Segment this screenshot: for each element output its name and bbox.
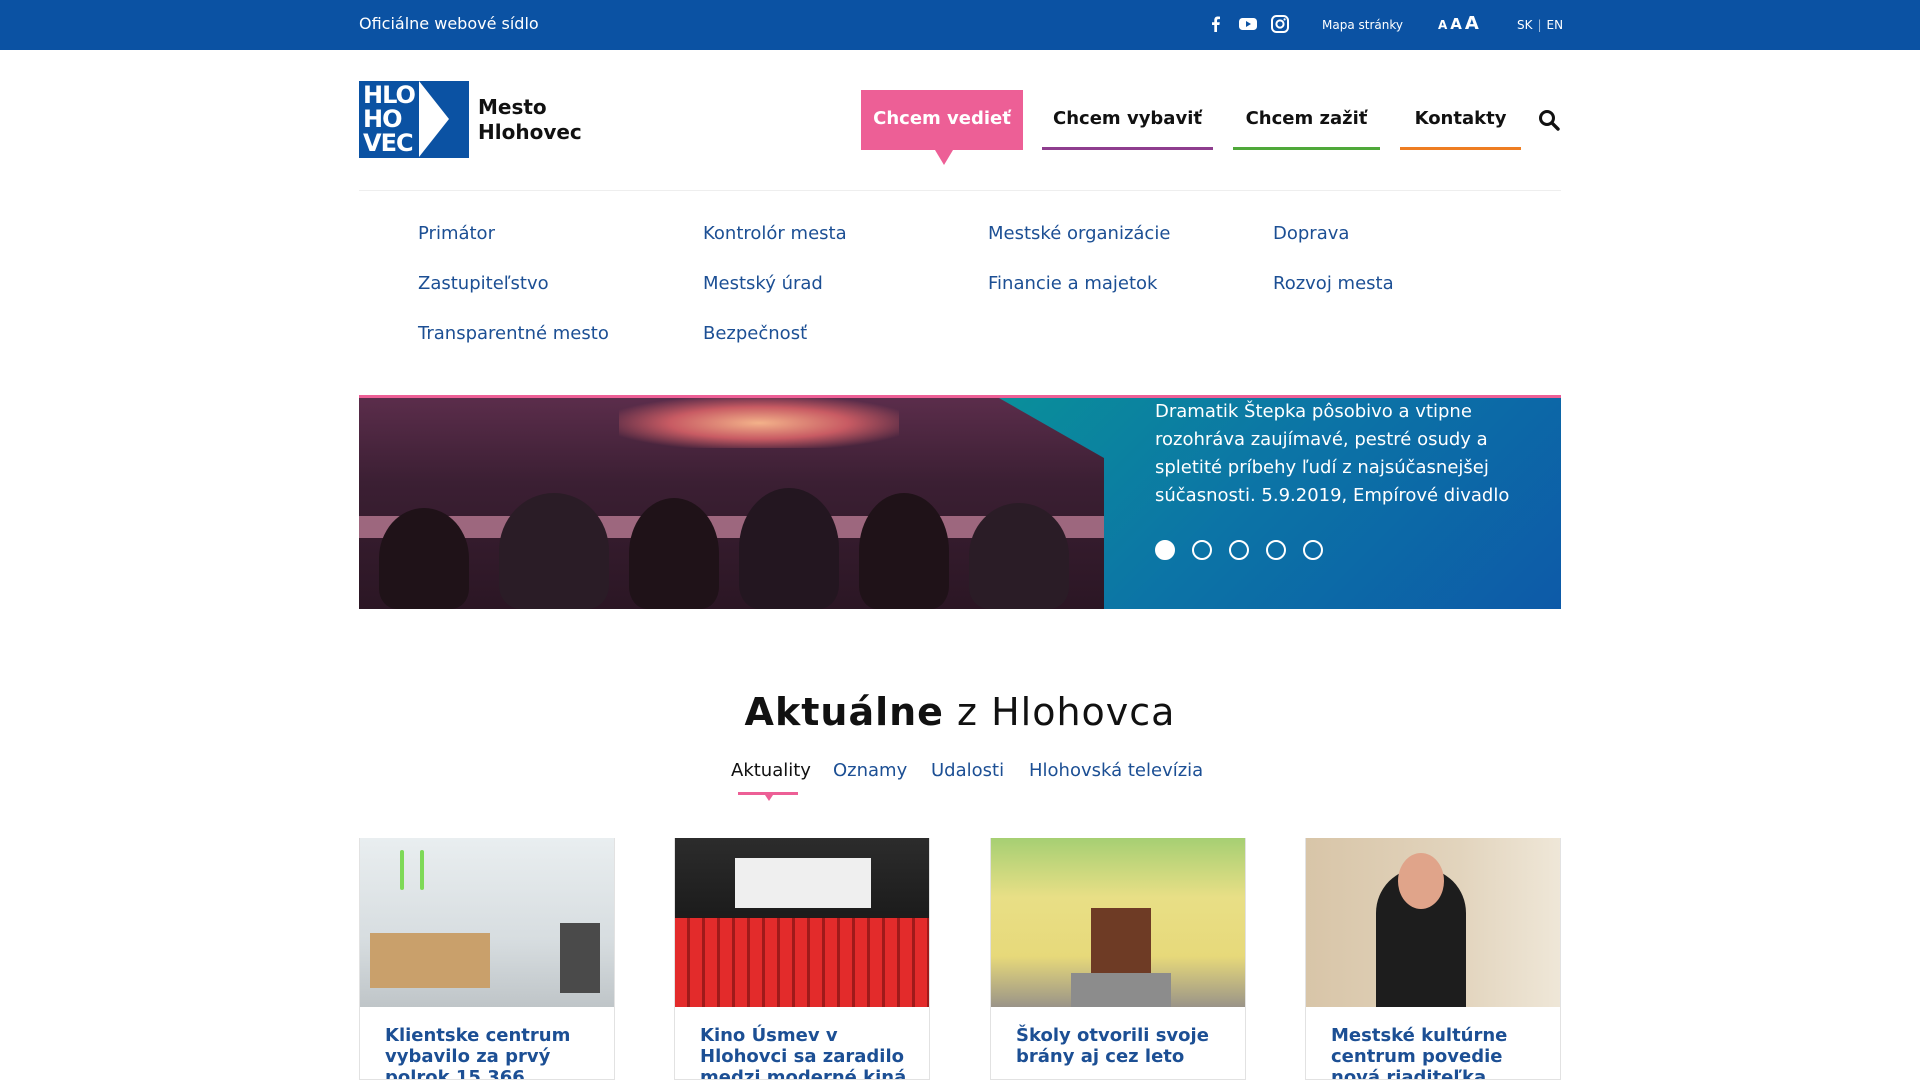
official-site-label: Oficiálne webové sídlo — [359, 14, 539, 33]
font-size-controls: A A A — [1438, 13, 1479, 34]
slide-photo-theatre — [359, 398, 1104, 609]
news-title-rest: z Hlohovca — [957, 690, 1176, 734]
menu-zastupitelstvo[interactable]: Zastupiteľstvo — [418, 273, 549, 294]
reception-desk — [370, 933, 490, 988]
instagram-icon[interactable] — [1270, 14, 1290, 34]
logo-text-line1: Mesto — [478, 95, 547, 119]
font-size-small[interactable]: A — [1438, 18, 1447, 32]
logo-arrow-icon — [419, 81, 449, 157]
ceiling-light — [400, 850, 404, 890]
city-logo[interactable]: HLO HO VEC — [359, 81, 469, 158]
nav-chcem-vediet[interactable]: Chcem vedieť — [861, 90, 1023, 165]
font-size-medium[interactable]: A — [1450, 15, 1462, 33]
slider-dot-4[interactable] — [1266, 540, 1286, 560]
news-card[interactable]: Kino Úsmev v Hlohovci sa zaradilo medzi … — [674, 838, 930, 1080]
menu-financie-a-majetok[interactable]: Financie a majetok — [988, 273, 1157, 294]
news-card[interactable]: Školy otvorili svoje brány aj cez leto — [990, 838, 1246, 1080]
logo-letters-line2: HO — [363, 105, 402, 133]
sitemap-link[interactable]: Mapa stránky — [1322, 18, 1403, 32]
news-card-image — [1306, 838, 1560, 1007]
slider-dots — [1155, 540, 1323, 560]
logo-text[interactable]: Mesto Hlohovec — [478, 95, 582, 145]
nav-kontakty[interactable]: Kontakty — [1400, 90, 1521, 150]
lang-en[interactable]: EN — [1547, 18, 1564, 32]
lang-separator: | — [1537, 18, 1542, 32]
mega-menu: Primátor Zastupiteľstvo Transparentné me… — [359, 190, 1561, 395]
search-icon[interactable] — [1538, 109, 1560, 131]
menu-rozvoj-mesta[interactable]: Rozvoj mesta — [1273, 273, 1394, 294]
logo-text-line2: Hlohovec — [478, 120, 582, 144]
slider-dot-5[interactable] — [1303, 540, 1323, 560]
ticket-kiosk — [560, 923, 600, 993]
news-card-image — [991, 838, 1245, 1007]
font-size-large[interactable]: A — [1465, 13, 1479, 34]
hero-slider[interactable]: Dramatik Štepka pôsobivo a vtipne rozohr… — [359, 395, 1561, 609]
nav-chcem-vybavit[interactable]: Chcem vybaviť — [1042, 90, 1213, 150]
news-card-title[interactable]: Mestské kultúrne centrum povedie nová ri… — [1331, 1025, 1546, 1079]
social-links — [1206, 14, 1290, 34]
nav-chcem-zazit[interactable]: Chcem zažiť — [1233, 90, 1380, 150]
audience-member — [969, 503, 1069, 609]
ceiling-light — [420, 850, 424, 890]
menu-doprava[interactable]: Doprava — [1273, 223, 1349, 244]
school-entrance — [1091, 908, 1151, 978]
news-card-image — [360, 838, 614, 1007]
tab-hlohovska-televizia[interactable]: Hlohovská televízia — [1029, 760, 1203, 781]
news-card-title[interactable]: Školy otvorili svoje brány aj cez leto — [1016, 1025, 1231, 1067]
cinema-screen — [735, 858, 871, 908]
slider-dot-2[interactable] — [1192, 540, 1212, 560]
active-tab-indicator-icon — [765, 795, 773, 801]
speaker-face — [1398, 853, 1444, 909]
slider-dot-3[interactable] — [1229, 540, 1249, 560]
news-title-bold: Aktuálne — [744, 690, 944, 734]
audience-member — [739, 488, 839, 609]
lang-sk[interactable]: SK — [1517, 18, 1533, 32]
tab-udalosti[interactable]: Udalosti — [931, 760, 1004, 781]
menu-bezpecnost[interactable]: Bezpečnosť — [703, 323, 807, 344]
menu-kontrolor-mesta[interactable]: Kontrolór mesta — [703, 223, 847, 244]
logo-letters-line3: VEC — [363, 129, 414, 157]
audience-member — [499, 493, 609, 609]
audience-member — [629, 498, 719, 609]
school-steps — [1071, 973, 1171, 1007]
language-switcher: SK | EN — [1517, 18, 1563, 32]
active-indicator-icon — [935, 150, 953, 165]
logo-letters-line1: HLO — [363, 81, 416, 109]
menu-primator[interactable]: Primátor — [418, 223, 495, 244]
audience-member — [379, 508, 469, 609]
news-card[interactable]: Mestské kultúrne centrum povedie nová ri… — [1305, 838, 1561, 1080]
top-bar: Oficiálne webové sídlo Mapa stránky A A … — [0, 0, 1920, 50]
audience-member — [859, 493, 949, 609]
menu-transparentne-mesto[interactable]: Transparentné mesto — [418, 323, 609, 344]
cinema-seats — [675, 918, 929, 1007]
news-card[interactable]: Klientske centrum vybavilo za prvý polro… — [359, 838, 615, 1080]
news-card-title[interactable]: Kino Úsmev v Hlohovci sa zaradilo medzi … — [700, 1025, 915, 1079]
slide-caption: Dramatik Štepka pôsobivo a vtipne rozohr… — [1155, 401, 1510, 506]
facebook-icon[interactable] — [1206, 14, 1226, 34]
menu-mestske-organizacie[interactable]: Mestské organizácie — [988, 223, 1170, 244]
news-card-image — [675, 838, 929, 1007]
menu-mestsky-urad[interactable]: Mestský úrad — [703, 273, 823, 294]
youtube-icon[interactable] — [1238, 14, 1258, 34]
logo-letters: HLO HO VEC — [363, 81, 416, 157]
logo-bar — [451, 81, 469, 158]
tab-oznamy[interactable]: Oznamy — [833, 760, 907, 781]
stage-light — [619, 398, 899, 448]
nav-chcem-vediet-label: Chcem vedieť — [873, 108, 1011, 129]
news-section-title: Aktuálne z Hlohovca — [0, 690, 1920, 734]
active-tab-underline — [738, 792, 798, 801]
news-card-title[interactable]: Klientske centrum vybavilo za prvý polro… — [385, 1025, 600, 1079]
tab-aktuality[interactable]: Aktuality — [731, 760, 811, 781]
slider-dot-1[interactable] — [1155, 540, 1175, 560]
